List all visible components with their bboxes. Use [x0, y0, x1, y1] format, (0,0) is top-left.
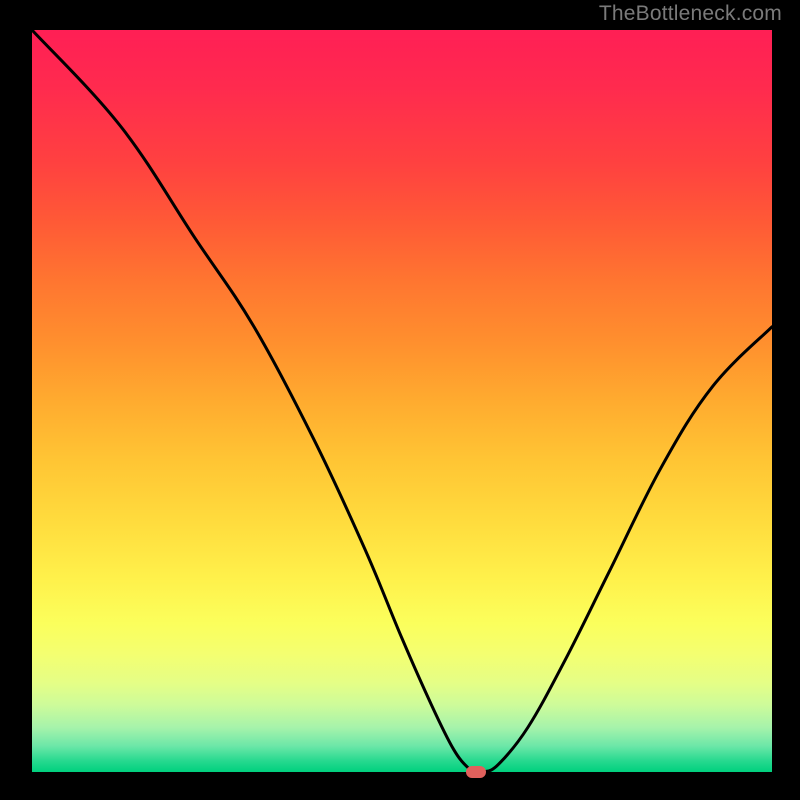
chart-frame: TheBottleneck.com: [0, 0, 800, 800]
bottleneck-curve: [32, 30, 772, 772]
plot-area: [32, 30, 772, 772]
watermark-text: TheBottleneck.com: [599, 2, 782, 26]
optimal-point-marker: [466, 766, 486, 778]
